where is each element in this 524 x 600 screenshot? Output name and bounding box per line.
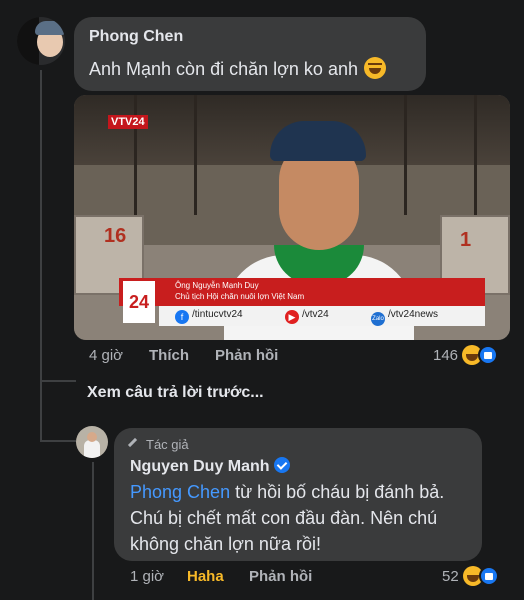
caption-name: Ông Nguyễn Mạnh Duy [175,281,259,290]
comment-text: Anh Mạnh còn đi chăn lợn ko anh [89,56,386,82]
avatar-phong-chen[interactable] [17,17,65,65]
view-previous-replies[interactable]: Xem câu trả lời trước... [87,384,264,402]
caption-badge: 24 [123,281,155,323]
rofl-emoji-icon [363,57,386,79]
social-facebook: f/tintucvtv24 [175,309,243,324]
reply-button[interactable]: Phản hồi [215,347,278,364]
social-youtube-handle: /vtv24 [302,309,329,320]
reply-time[interactable]: 1 giờ [130,568,164,585]
facebook-icon: f [175,310,189,324]
pen-label-right: 1 [460,229,472,251]
avatar-shadow [17,17,39,65]
reaction-summary[interactable]: 146 [433,344,499,366]
avatar-body [84,440,100,458]
reply-text-line2: Chú bị chết mất con đầu đàn. Nên chú [130,508,438,528]
like-button[interactable]: Thích [149,347,189,364]
reply-text-line1: Phong Chen từ hồi bố cháu bị đánh bả. [130,479,444,505]
thread-line [40,70,42,400]
zalo-icon: Zalo [371,312,385,326]
thread-line-reply [40,400,42,440]
avatar-hat [35,21,65,35]
comment-author[interactable]: Phong Chen [89,28,183,46]
verified-icon [273,457,290,473]
author-badge: Tác giả [127,437,189,453]
haha-button[interactable]: Haha [187,568,224,585]
barn-beam [474,95,477,215]
like-reaction-icon [478,566,499,586]
barn-beam [194,95,197,215]
comment-time[interactable]: 4 giờ [89,347,123,364]
thread-line-branch [40,380,76,382]
reply-author-name[interactable]: Nguyen Duy Manh [130,458,270,475]
caption-role: Chủ tịch Hội chăn nuôi lợn Việt Nam [175,292,305,301]
barn-beam [404,95,407,215]
comment-photo[interactable]: 16 1 VTV24 24 Ông Nguyễn Mạnh Duy Chủ tị… [74,95,510,340]
social-zalo: Zalo/vtv24news [371,309,438,326]
person-cap [270,121,366,161]
social-facebook-handle: /tintucvtv24 [192,309,243,320]
reaction-count: 146 [433,346,459,364]
social-zalo-handle: /vtv24news [388,309,439,320]
thread-line-reply-branch [40,440,76,442]
reply-reaction-count: 52 [442,567,459,585]
reply-reply-button[interactable]: Phản hồi [249,568,312,585]
pencil-icon [127,437,143,453]
author-badge-label: Tác giả [146,437,189,452]
reply-text-line3: không chăn lợn nữa rồi! [130,534,321,554]
channel-logo: VTV24 [108,115,148,129]
caption-text: Ông Nguyễn Mạnh Duy Chủ tịch Hội chăn nu… [175,280,304,302]
like-reaction-icon [478,345,499,365]
news-caption: 24 Ông Nguyễn Mạnh Duy Chủ tịch Hội chăn… [119,278,485,328]
social-bar: f/tintucvtv24 ▶/vtv24 Zalo/vtv24news [159,306,485,326]
reply-author[interactable]: Nguyen Duy Manh [130,457,290,476]
youtube-icon: ▶ [285,310,299,324]
pen-label-left: 16 [104,225,127,247]
social-youtube: ▶/vtv24 [285,309,329,324]
reply-reaction-summary[interactable]: 52 [442,565,499,587]
comment-bubble: Phong Chen Anh Mạnh còn đi chăn lợn ko a… [74,17,426,91]
reply-text-line1-rest: từ hồi bố cháu bị đánh bả. [230,482,445,502]
thread-line-reply-child [92,462,94,600]
barn-beam [134,95,137,215]
avatar-head [87,432,97,442]
comment-text-content: Anh Mạnh còn đi chăn lợn ko anh [89,59,358,79]
avatar-nguyen-duy-manh[interactable] [76,426,108,458]
mention-link[interactable]: Phong Chen [130,482,230,502]
